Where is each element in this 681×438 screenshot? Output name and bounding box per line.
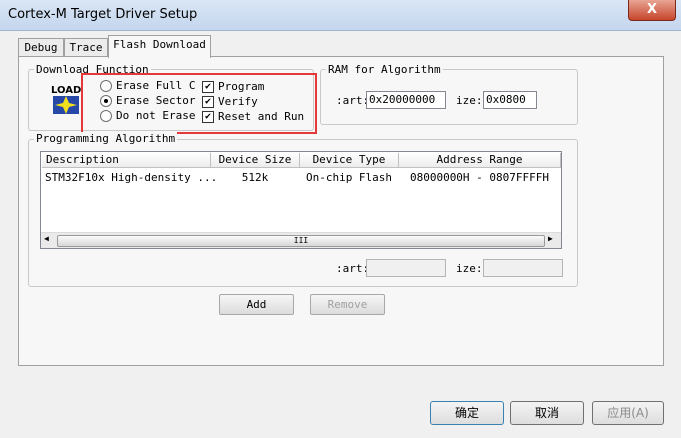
- column-header-device-size[interactable]: Device Size: [211, 153, 300, 168]
- column-header-device-type[interactable]: Device Type: [300, 153, 399, 168]
- cancel-button[interactable]: 取消: [510, 401, 584, 425]
- row-description: STM32F10x High-density ...: [45, 171, 218, 184]
- load-icon: LOAD: [50, 82, 82, 116]
- column-header-description[interactable]: Description: [42, 153, 211, 168]
- tab-trace[interactable]: Trace: [64, 38, 108, 57]
- algorithm-start-input[interactable]: [366, 259, 446, 277]
- algorithm-start-label: :art:: [336, 262, 370, 275]
- table-row[interactable]: STM32F10x High-density ... 512k On-chip …: [41, 169, 561, 185]
- scroll-thumb[interactable]: III: [57, 235, 545, 247]
- ram-start-input[interactable]: 0x20000000: [366, 91, 446, 109]
- ram-algorithm-label: RAM for Algorithm: [326, 63, 443, 76]
- close-button[interactable]: X: [628, 0, 676, 21]
- scroll-left-icon[interactable]: ◀: [44, 234, 49, 243]
- load-icon-text: LOAD: [51, 85, 81, 96]
- highlight-box: [81, 73, 317, 134]
- algorithm-list[interactable]: Description Device Size Device Type Addr…: [40, 151, 562, 249]
- algorithm-size-label: ize:: [456, 262, 483, 275]
- row-device-type: On-chip Flash: [305, 171, 393, 184]
- ram-start-label: :art:: [336, 94, 370, 107]
- ok-button[interactable]: 确定: [430, 401, 504, 425]
- add-button[interactable]: Add: [219, 294, 294, 315]
- row-device-size: 512k: [241, 171, 269, 184]
- programming-algorithm-label: Programming Algorithm: [34, 132, 178, 145]
- remove-button[interactable]: Remove: [310, 294, 385, 315]
- row-address-range: 08000000H - 0807FFFFH: [409, 171, 550, 184]
- column-header-address-range[interactable]: Address Range: [399, 153, 561, 168]
- scroll-right-icon[interactable]: ▶: [548, 234, 553, 243]
- algorithm-size-input[interactable]: [483, 259, 563, 277]
- tab-debug[interactable]: Debug: [18, 38, 64, 57]
- title-bar: Cortex-M Target Driver Setup: [0, 0, 681, 31]
- horizontal-scrollbar[interactable]: ◀ III ▶: [41, 232, 561, 248]
- ram-size-label: ize:: [456, 94, 483, 107]
- apply-button[interactable]: 应用(A): [592, 401, 664, 425]
- window-title: Cortex-M Target Driver Setup: [8, 7, 198, 22]
- ram-size-input[interactable]: 0x0800: [483, 91, 537, 109]
- tab-flash-download[interactable]: Flash Download: [108, 35, 211, 58]
